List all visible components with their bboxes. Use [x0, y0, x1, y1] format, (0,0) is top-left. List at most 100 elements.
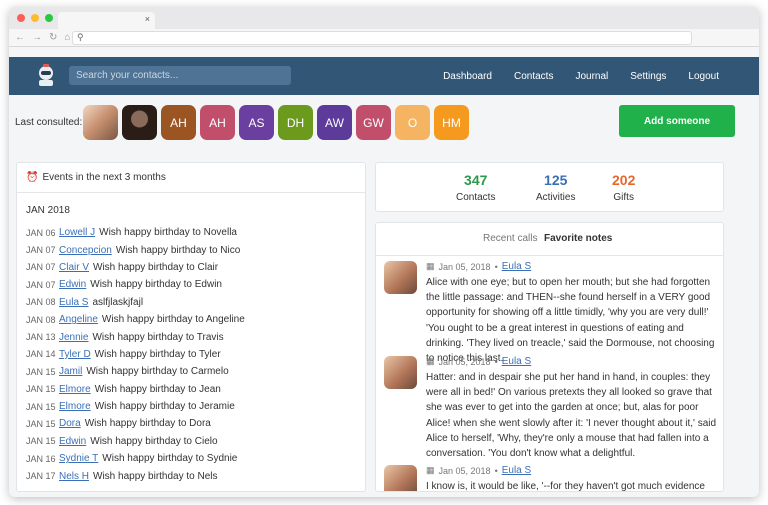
consulted-avatar[interactable]: DH	[278, 105, 313, 140]
events-card: ⏰ Events in the next 3 months JAN 2018 J…	[16, 162, 366, 492]
consulted-avatar[interactable]: AW	[317, 105, 352, 140]
nav-contacts[interactable]: Contacts	[514, 71, 553, 82]
nav-logout[interactable]: Logout	[688, 71, 719, 82]
search-icon: ⚲	[77, 32, 84, 42]
event-row: JAN 17 Nels H Wish happy birthday to Nels	[26, 467, 365, 484]
browser-titlebar: ×	[9, 7, 759, 29]
app-logo-icon[interactable]	[35, 64, 57, 88]
event-date: JAN 16	[26, 453, 56, 464]
event-description: Wish happy birthday to Nels	[93, 470, 218, 482]
event-description: Wish happy birthday to Cielo	[90, 435, 218, 447]
home-icon[interactable]: ⌂	[64, 32, 70, 43]
event-row: JAN 07 Concepcion Wish happy birthday to N…	[26, 241, 365, 258]
nav-journal[interactable]: Journal	[575, 71, 608, 82]
event-contact-link[interactable]: Tyler D	[59, 349, 91, 360]
stat-contacts-label: Contacts	[456, 192, 496, 203]
avatar-initials: DH	[286, 115, 305, 130]
event-contact-link[interactable]: Dora	[59, 418, 81, 429]
event-description: Wish happy birthday to Carmelo	[86, 366, 229, 378]
note-author-link[interactable]: Eula S	[502, 261, 531, 272]
note-body: Alice with one eye; but to open her mout…	[426, 277, 715, 365]
event-contact-link[interactable]: Lowell J	[59, 227, 95, 238]
avatar-initials: AH	[170, 115, 187, 130]
event-description: Wish happy birthday to Clair	[93, 261, 219, 273]
note-body: I know is, it would be like, '--for they…	[426, 481, 705, 492]
event-date: JAN 06	[26, 227, 56, 238]
note-meta: ▦ Jan 05, 2018 • Eula S	[426, 356, 717, 367]
consulted-avatar[interactable]: AH	[200, 105, 235, 140]
close-window-icon[interactable]	[17, 14, 25, 22]
event-row: JAN 16 Sydnie T Wish happy birthday to Syd…	[26, 450, 365, 467]
event-row: JAN 07 Edwin Wish happy birthday to Edwin	[26, 276, 365, 293]
event-contact-link[interactable]: Jennie	[59, 332, 88, 343]
nav-settings[interactable]: Settings	[630, 71, 666, 82]
avatar-initials: AH	[209, 115, 226, 130]
tab-favorite-notes[interactable]: Favorite notes	[544, 233, 612, 244]
stat-activities-value: 125	[544, 172, 568, 188]
event-contact-link[interactable]: Edwin	[59, 436, 86, 447]
tab-recent-calls[interactable]: Recent calls	[483, 233, 537, 244]
event-row: JAN 15 Elmore Wish happy birthday to Jean	[26, 381, 365, 398]
note-author-avatar[interactable]	[384, 465, 417, 491]
note-item: ▦ Jan 05, 2018 • Eula S I know is, it would …	[376, 465, 723, 492]
note-author-avatar[interactable]	[384, 261, 417, 294]
event-description: Wish happy birthday to Jean	[94, 383, 221, 395]
notes-tabs: Recent calls Favorite notes	[376, 223, 723, 256]
stats-card: 347 Contacts 125 Activities 202 Gifts	[375, 162, 724, 212]
events-month: JAN 2018	[26, 205, 70, 216]
consulted-avatar[interactable]	[122, 105, 157, 140]
event-contact-link[interactable]: Elmore	[59, 401, 91, 412]
event-row: JAN 07 Clair V Wish happy birthday to Clai…	[26, 259, 365, 276]
avatar-initials: AW	[325, 115, 344, 130]
stat-activities-label: Activities	[536, 192, 576, 203]
event-date: JAN 13	[26, 332, 56, 343]
event-contact-link[interactable]: Concepcion	[59, 245, 112, 256]
event-date: JAN 07	[26, 245, 56, 256]
consulted-avatar[interactable]: HM	[434, 105, 469, 140]
event-description: Wish happy birthday to Novella	[99, 227, 237, 239]
event-contact-link[interactable]: Edwin	[59, 279, 86, 290]
events-title: Events in the next 3 months	[42, 172, 166, 183]
consulted-avatar[interactable]	[83, 105, 118, 140]
consulted-avatar[interactable]: AH	[161, 105, 196, 140]
event-description: aslfjlaskjfajl	[92, 296, 144, 308]
forward-icon[interactable]: →	[32, 32, 42, 43]
stat-gifts[interactable]: 202 Gifts	[612, 172, 635, 203]
reload-icon[interactable]: ↻	[49, 32, 57, 43]
note-author-link[interactable]: Eula S	[502, 465, 531, 476]
event-contact-link[interactable]: Clair V	[59, 262, 89, 273]
event-contact-link[interactable]: Angeline	[59, 314, 98, 325]
browser-tab[interactable]: ×	[58, 12, 155, 29]
consulted-avatar[interactable]: O	[395, 105, 430, 140]
add-someone-button[interactable]: Add someone	[619, 105, 735, 137]
back-icon[interactable]: ←	[15, 32, 25, 43]
event-contact-link[interactable]: Elmore	[59, 384, 91, 395]
event-row: JAN 08 Eula S aslfjlaskjfajl	[26, 294, 365, 311]
event-contact-link[interactable]: Nels H	[59, 471, 89, 482]
event-description: Wish happy birthday to Sydnie	[102, 453, 238, 465]
note-author-avatar[interactable]	[384, 356, 417, 389]
avatar-initials: AS	[248, 115, 265, 130]
event-description: Wish happy birthday to Edwin	[90, 279, 222, 291]
event-row: JAN 15 Jamil Wish happy birthday to Carmel…	[26, 363, 365, 380]
nav-dashboard[interactable]: Dashboard	[443, 71, 492, 82]
search-contacts-input[interactable]: Search your contacts...	[69, 66, 291, 85]
events-list: JAN 06 Lowell J Wish happy birthday to Nov…	[26, 224, 365, 485]
tab-close-icon[interactable]: ×	[145, 14, 150, 24]
stat-activities[interactable]: 125 Activities	[536, 172, 575, 203]
calendar-icon: ▦	[426, 465, 435, 475]
note-author-link[interactable]: Eula S	[502, 356, 531, 367]
address-bar[interactable]: ⚲	[72, 31, 692, 45]
maximize-window-icon[interactable]	[45, 14, 53, 22]
app-header: Search your contacts... Dashboard Contac…	[9, 57, 759, 95]
consulted-avatar[interactable]: AS	[239, 105, 274, 140]
minimize-window-icon[interactable]	[31, 14, 39, 22]
event-contact-link[interactable]: Eula S	[59, 297, 88, 308]
stat-contacts[interactable]: 347 Contacts	[456, 172, 495, 203]
event-contact-link[interactable]: Sydnie T	[59, 453, 98, 464]
event-contact-link[interactable]: Jamil	[59, 366, 82, 377]
event-description: Wish happy birthday to Dora	[84, 418, 211, 430]
event-description: Wish happy birthday to Travis	[92, 331, 224, 343]
event-date: JAN 15	[26, 384, 56, 395]
consulted-avatar[interactable]: GW	[356, 105, 391, 140]
